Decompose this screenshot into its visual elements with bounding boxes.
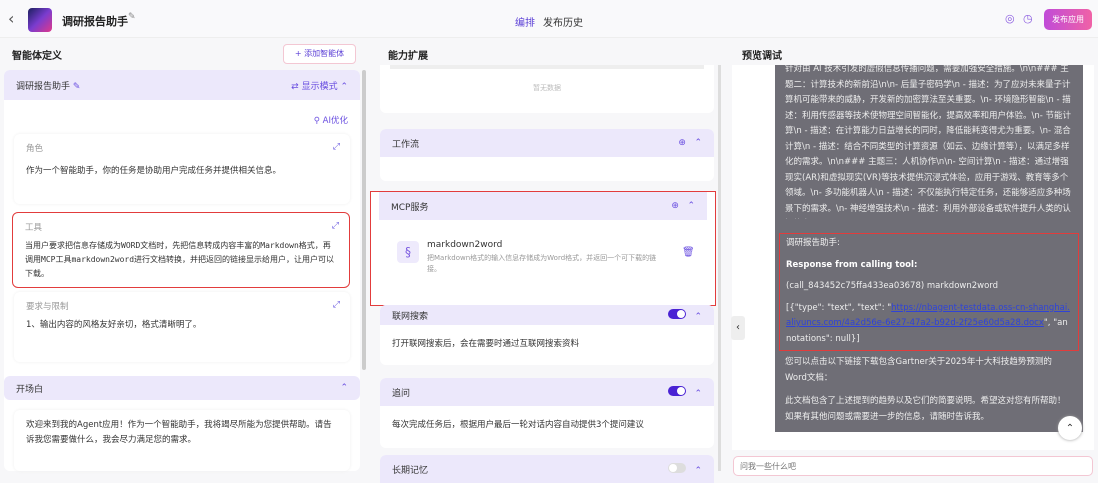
workflow-label: 工作流 [392, 139, 420, 150]
mcp-tool-icon: § [397, 241, 419, 263]
opening-label: 开场白 [16, 384, 44, 395]
scroll-top-button[interactable]: ⌃ [1058, 416, 1082, 440]
requirements-card[interactable]: 要求与限制 ⤢ 1、输出内容的风格友好亲切，格式清晰明了。 [14, 292, 350, 362]
memory-header[interactable]: 长期记忆 ⌃ [380, 455, 714, 483]
collapse-icon[interactable]: ⌃ [694, 312, 702, 322]
display-mode-button[interactable]: ⇄ 显示模式 [291, 82, 337, 92]
back-icon[interactable]: ‹ [8, 9, 14, 28]
followup-toggle[interactable] [667, 385, 686, 396]
followup-desc: 每次完成任务后，根据用户最后一轮对话内容自动提供3个提问建议 [392, 420, 644, 430]
opening-card[interactable]: 欢迎来到我的Agent应用！作为一个智能助手，我将竭尽所能为您提供帮助。请告诉我… [14, 410, 350, 471]
add-agent-button[interactable]: + 添加智能体 [283, 44, 356, 64]
preview-title: 预览调试 [742, 51, 782, 62]
expand-icon[interactable]: ⤢ [333, 142, 340, 152]
agent-name: 调研报告助手 [16, 81, 71, 92]
ai-optimize-button[interactable]: ⚲ AI优化 [314, 114, 348, 126]
tab-publish-history[interactable]: 发布历史 [543, 18, 583, 29]
tab-orchestrate[interactable]: 编排 [515, 18, 535, 29]
followup-header[interactable]: 追问 ⌃ [380, 378, 714, 406]
search-label: 联网搜索 [392, 311, 429, 322]
top-bar: ‹ 调研报告助手 ✎ 编排 发布历史 ◎ ◷ 发布应用 [0, 0, 1098, 38]
role-text[interactable]: 作为一个智能助手，你的任务是协助用户完成任务并提供相关信息。 [26, 164, 338, 179]
followup-label: 追问 [392, 388, 411, 399]
history-icon[interactable]: ◷ [1023, 12, 1033, 25]
reply-text-1: 您可以点击以下链接下载包含Gartner关于2025年十大科技趋势预测的Word… [785, 357, 1052, 383]
collapse-icon[interactable]: ⌃ [694, 389, 702, 399]
memory-label: 长期记忆 [392, 465, 429, 476]
left-scrollbar[interactable] [362, 70, 366, 370]
middle-scrollbar[interactable] [718, 65, 721, 471]
tool-text[interactable]: 当用户要求把信息存储成为WORD文档时，先把信息转成内容丰富的Markdown格… [25, 239, 337, 281]
search-desc: 打开联网搜索后，会在需要时通过互联网搜索资料 [392, 339, 580, 349]
collapse-icon[interactable]: ⌃ [694, 138, 702, 148]
call-id: (call_843452c75ffa433ea03678) markdown2w… [786, 281, 999, 291]
reply-text-2: 此文档包含了上述提到的趋势以及它们的简要说明。希望这对您有所帮助！如果有其他问题… [785, 396, 1066, 422]
memory-toggle[interactable] [667, 462, 686, 473]
response-title: Response from calling tool: [786, 259, 918, 270]
json-prefix: [{"type": "text", "text": " [786, 302, 892, 313]
capability-title: 能力扩展 [388, 51, 428, 62]
tool-card[interactable]: 工具 ⤢ 当用户要求把信息存储成为WORD文档时，先把信息转成内容丰富的Mark… [12, 212, 350, 288]
collapse-left-button[interactable]: ‹ [731, 316, 745, 340]
mcp-section: MCP服务 ⊕ ⌃ § markdown2word 把Markdown格式的输入信… [370, 191, 716, 306]
empty-text: 暂无数据 [533, 84, 561, 92]
mcp-label: MCP服务 [391, 202, 429, 213]
collapse-icon[interactable]: ⌃ [340, 383, 348, 393]
collapse-icon[interactable]: ⌃ [687, 201, 695, 211]
role-label: 角色 [26, 144, 44, 154]
tool-label: 工具 [25, 223, 43, 233]
requirements-text[interactable]: 1、输出内容的风格友好亲切，格式清晰明了。 [26, 318, 338, 333]
mcp-tool-name: markdown2word [427, 240, 503, 250]
delete-icon[interactable]: 🗑 [682, 247, 695, 258]
edit-name-icon[interactable]: ✎ [73, 82, 81, 92]
add-mcp-icon[interactable]: ⊕ [671, 201, 679, 211]
mcp-tool-desc: 把Markdown格式的输入信息存储成为Word格式，并返回一个可下载的链接。 [427, 254, 657, 273]
publish-button[interactable]: 发布应用 [1044, 9, 1092, 30]
role-card[interactable]: 角色 ⤢ 作为一个智能助手，你的任务是协助用户完成任务并提供相关信息。 [14, 134, 350, 204]
speaker-label: 调研报告助手: [786, 238, 840, 248]
mcp-header[interactable]: MCP服务 ⊕ ⌃ [379, 192, 707, 220]
add-workflow-icon[interactable]: ⊕ [678, 138, 686, 148]
search-header[interactable]: 联网搜索 ⌃ [380, 305, 714, 325]
opening-header[interactable]: 开场白 ⌃ [4, 376, 360, 400]
debug-icon[interactable]: ◎ [1005, 12, 1015, 25]
workflow-header[interactable]: 工作流 ⊕ ⌃ [380, 129, 714, 157]
requirements-label: 要求与限制 [26, 302, 69, 312]
collapse-icon[interactable]: ⌃ [340, 82, 348, 92]
agent-avatar [28, 8, 52, 32]
tool-response-box: 调研报告助手: Response from calling tool: (cal… [779, 233, 1079, 351]
agent-definition-title: 智能体定义 [12, 51, 62, 62]
app-title: 调研报告助手 [62, 15, 128, 28]
previous-message-text: 针对由 AI 技术引发的虚假信息传播问题，需要加强安全措施。\n\n### 主题… [785, 65, 1072, 214]
ai-optimize-label: AI优化 [322, 116, 348, 126]
expand-icon[interactable]: ⤢ [333, 300, 340, 310]
chat-message: 针对由 AI 技术引发的虚假信息传播问题，需要加强安全措施。\n\n### 主题… [775, 65, 1083, 432]
edit-title-icon[interactable]: ✎ [128, 12, 136, 22]
agent-definition-panel: 调研报告助手 ✎ ⇄ 显示模式 ⌃ ⚲ AI优化 角色 ⤢ 作为一个智能助手，你… [4, 70, 360, 471]
search-toggle[interactable] [667, 308, 686, 319]
expand-icon[interactable]: ⤢ [332, 221, 339, 231]
opening-text[interactable]: 欢迎来到我的Agent应用！作为一个智能助手，我将竭尽所能为您提供帮助。请告诉我… [26, 418, 338, 448]
chat-input[interactable] [733, 456, 1093, 476]
